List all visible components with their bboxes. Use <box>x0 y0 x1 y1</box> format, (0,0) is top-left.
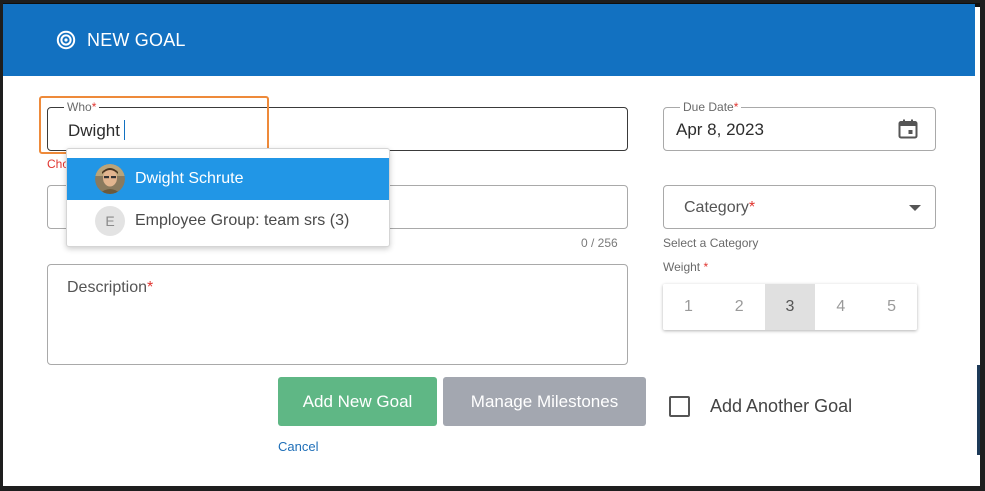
suggestion-label: Employee Group: team srs (3) <box>135 212 350 229</box>
due-date-label-text: Due Date <box>683 100 734 114</box>
group-avatar: E <box>95 206 125 236</box>
target-icon <box>56 30 76 50</box>
dialog-title: NEW GOAL <box>87 30 186 50</box>
who-field[interactable]: Who* Dwight <box>47 100 628 151</box>
weight-selector: 1 2 3 4 5 <box>663 284 917 330</box>
suggestion-employee-group[interactable]: E Employee Group: team srs (3) <box>67 200 389 242</box>
manage-milestones-button[interactable]: Manage Milestones <box>443 377 646 426</box>
who-label: Who* <box>64 100 100 114</box>
required-mark: * <box>91 100 97 114</box>
suggestion-label: Dwight Schrute <box>135 170 244 187</box>
weight-option-5[interactable]: 5 <box>866 284 917 330</box>
weight-option-3[interactable]: 3 <box>764 284 816 330</box>
text-caret <box>123 120 125 140</box>
who-input-value: Dwight <box>68 121 120 140</box>
who-input[interactable]: Dwight <box>68 120 125 141</box>
description-field[interactable]: Description* <box>47 264 628 365</box>
person-avatar <box>95 164 125 194</box>
character-counter: 0 / 256 <box>581 236 618 250</box>
required-mark: * <box>147 279 154 296</box>
category-label: Category* <box>684 199 755 217</box>
background-edge <box>977 365 980 455</box>
description-label-text: Description <box>67 279 148 296</box>
weight-option-1[interactable]: 1 <box>663 284 714 330</box>
weight-option-4[interactable]: 4 <box>815 284 867 330</box>
weight-label-text: Weight <box>663 260 701 274</box>
required-mark: * <box>748 199 756 216</box>
due-date-field[interactable]: Due Date* Apr 8, 2023 <box>663 100 936 151</box>
autocomplete-dropdown: Dwight Schrute E Employee Group: team sr… <box>66 148 390 247</box>
chevron-down-icon[interactable] <box>909 205 921 211</box>
weight-option-2[interactable]: 2 <box>713 284 765 330</box>
due-date-label: Due Date* <box>680 100 742 114</box>
dialog-header: NEW GOAL <box>3 4 975 76</box>
cancel-link[interactable]: Cancel <box>278 439 318 454</box>
who-label-text: Who <box>67 100 92 114</box>
required-mark: * <box>733 100 739 114</box>
add-another-goal-checkbox[interactable] <box>669 396 690 417</box>
due-date-value: Apr 8, 2023 <box>676 120 764 139</box>
add-another-goal-label[interactable]: Add Another Goal <box>710 396 852 417</box>
suggestion-dwight-schrute[interactable]: Dwight Schrute <box>67 158 389 200</box>
required-mark: * <box>703 260 709 274</box>
category-helper-text: Select a Category <box>663 236 759 250</box>
calendar-icon[interactable] <box>896 117 920 141</box>
description-label: Description* <box>67 279 153 297</box>
add-new-goal-button[interactable]: Add New Goal <box>278 377 437 426</box>
category-label-text: Category <box>684 199 749 216</box>
weight-label: Weight * <box>663 260 708 274</box>
category-select[interactable]: Category* <box>663 185 936 229</box>
